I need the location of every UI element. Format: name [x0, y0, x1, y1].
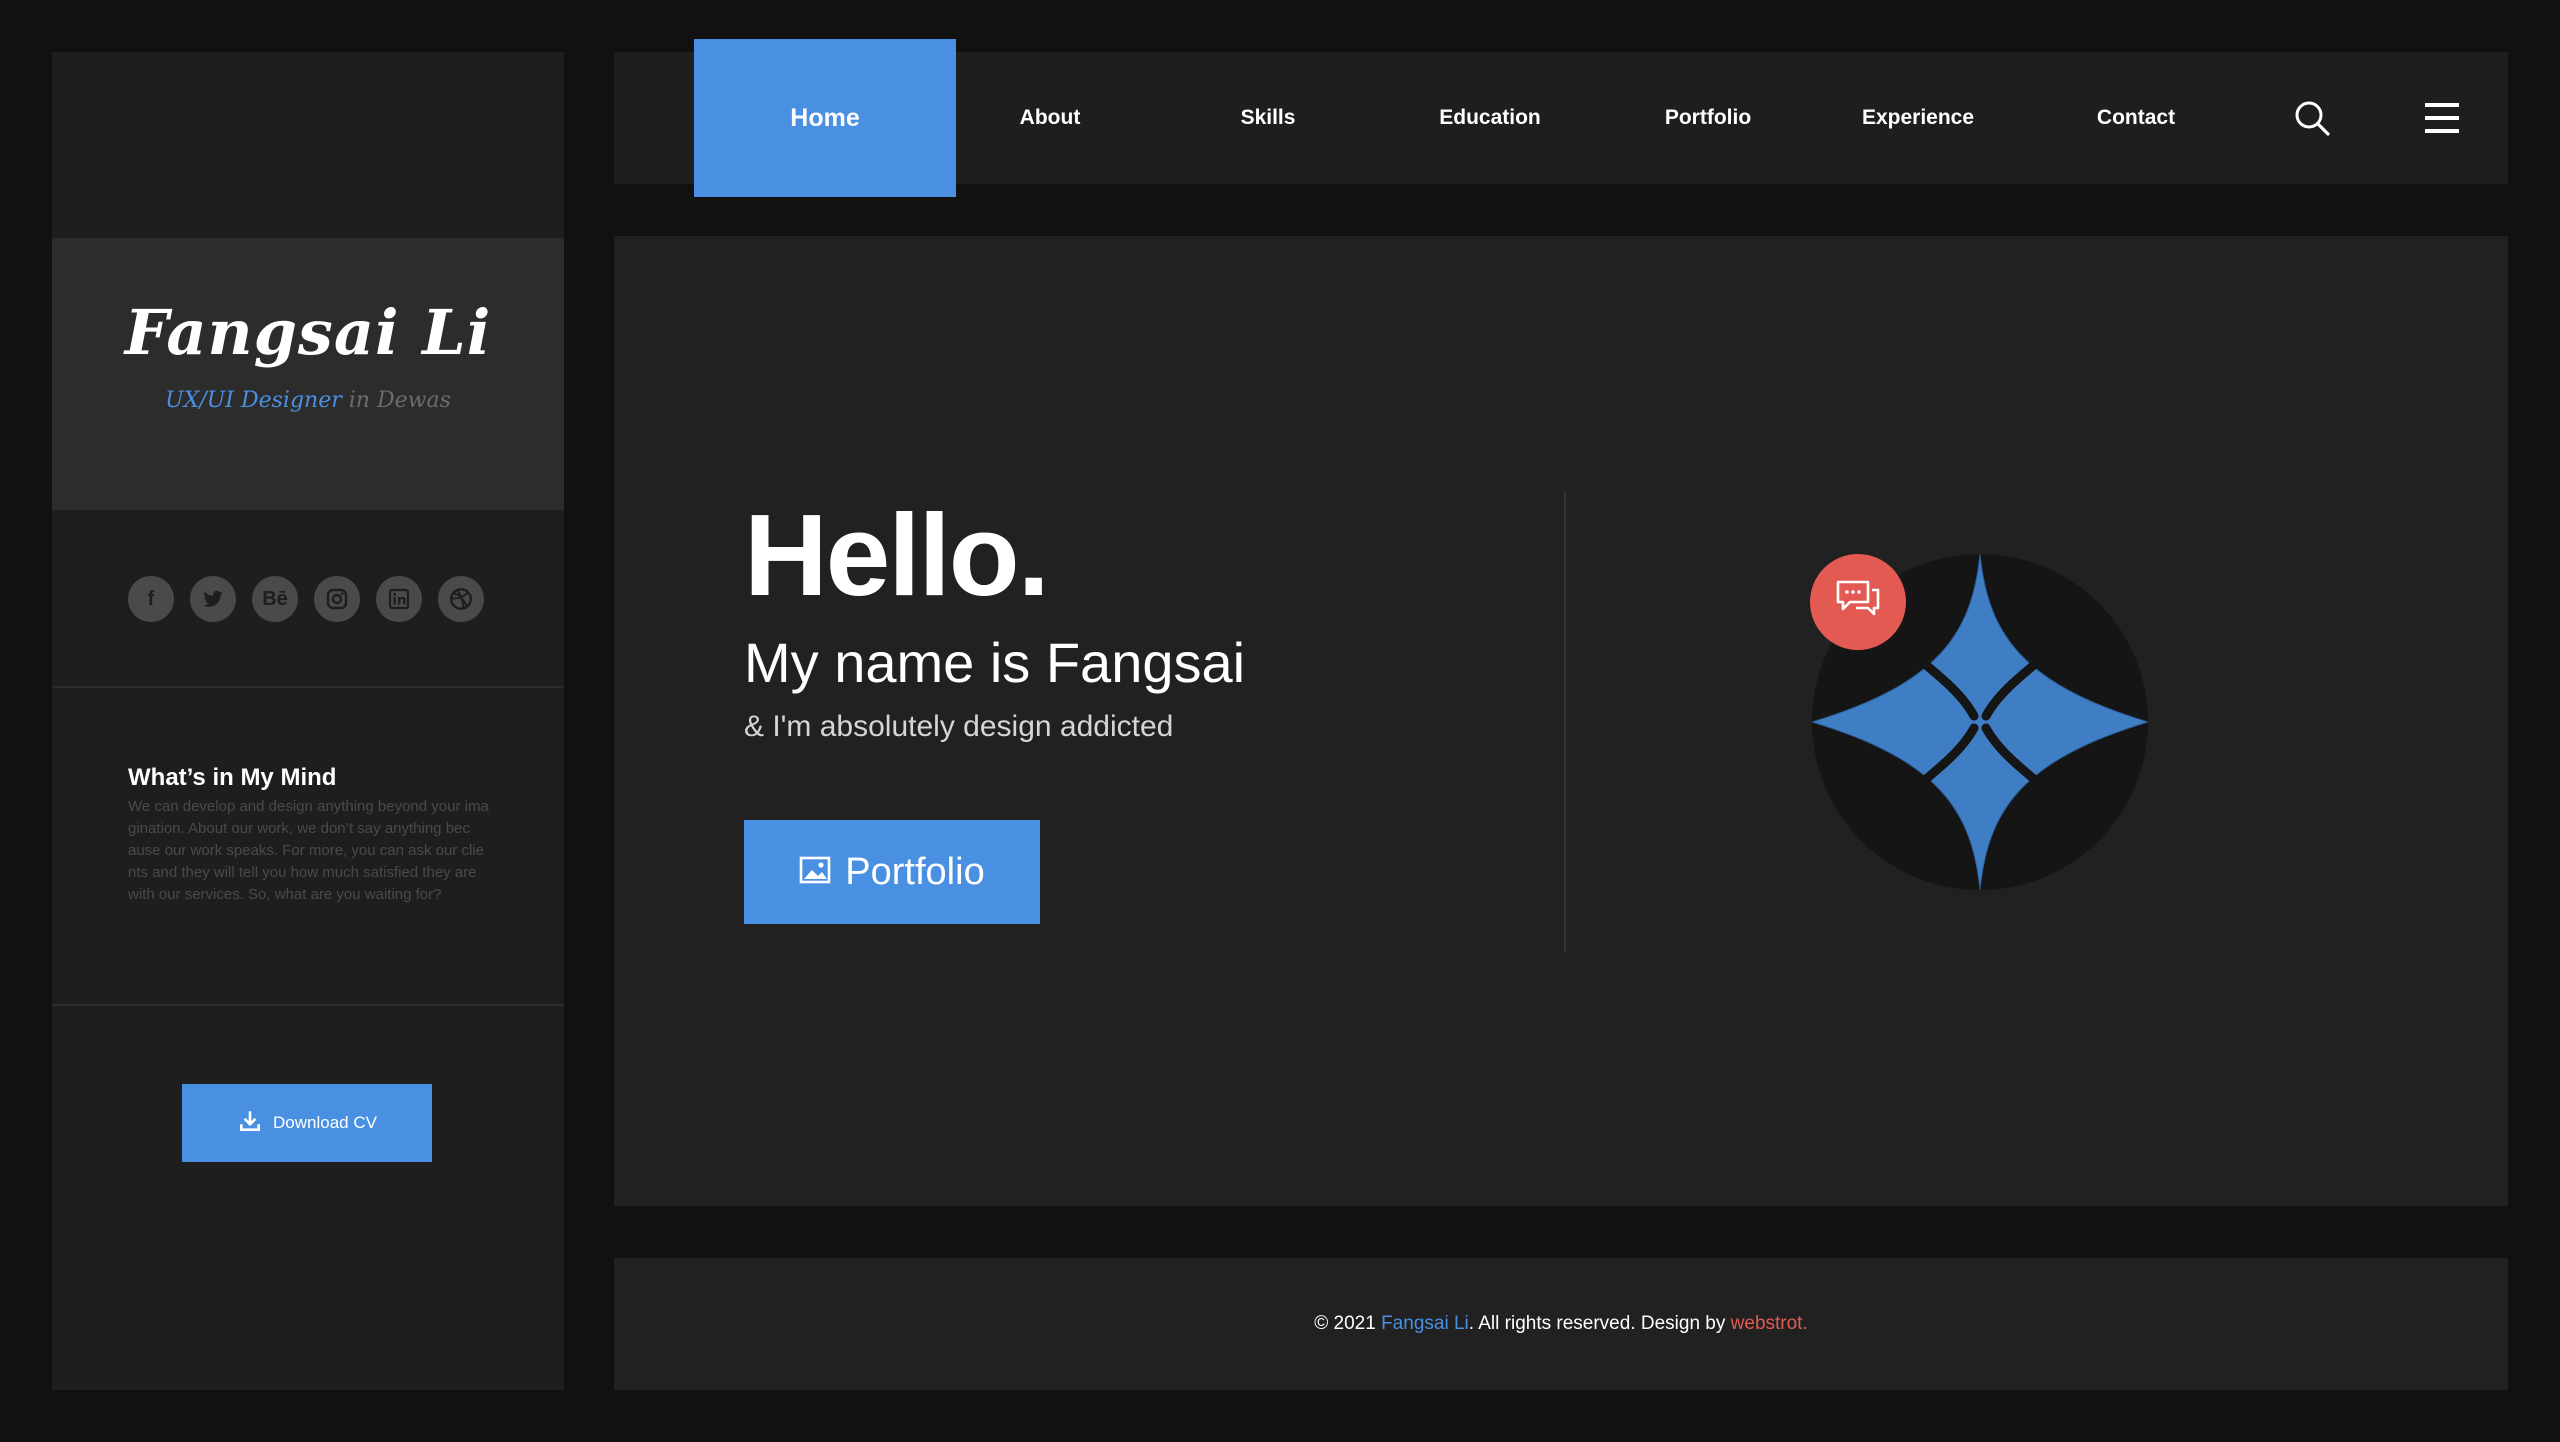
profile-location: in Dewas — [341, 388, 451, 413]
top-nav: Home About Skills Education Portfolio Ex… — [614, 39, 2508, 197]
nav-item-experience[interactable]: Experience — [1828, 52, 2008, 184]
hero-name-line: My name is Fangsai — [744, 631, 1246, 694]
dribbble-icon[interactable] — [438, 576, 484, 622]
portfolio-button[interactable]: Portfolio — [744, 820, 1040, 924]
hero-divider — [1564, 492, 1566, 952]
twitter-icon[interactable] — [190, 576, 236, 622]
social-links: f Bē — [128, 576, 484, 622]
download-cv-label: Download CV — [273, 1113, 377, 1132]
sidebar-divider — [52, 686, 564, 688]
mind-text: We can develop and design anything beyon… — [128, 798, 489, 903]
nav-item-portfolio[interactable]: Portfolio — [1618, 52, 1798, 184]
footer-copyright: © 2021 — [1314, 1313, 1376, 1334]
nav-item-contact[interactable]: Contact — [2046, 52, 2226, 184]
hero-greeting: Hello. — [744, 490, 1050, 620]
linkedin-icon[interactable] — [376, 576, 422, 622]
profile-subtitle: UX/UI Designer in Dewas — [52, 388, 564, 413]
nav-item-home[interactable]: Home — [694, 39, 956, 197]
profile-role: UX/UI Designer — [165, 388, 342, 413]
menu-icon[interactable] — [2416, 92, 2468, 144]
download-icon — [237, 1108, 263, 1139]
nav-item-skills[interactable]: Skills — [1188, 52, 1348, 184]
sidebar: Fangsai Li UX/UI Designer in Dewas f Bē … — [52, 52, 564, 1390]
footer-name-link[interactable]: Fangsai Li — [1381, 1313, 1469, 1335]
hero-section: Hello. My name is Fangsai & I'm absolute… — [614, 236, 2508, 1206]
profile-card: Fangsai Li UX/UI Designer in Dewas — [52, 238, 564, 510]
footer-rights-text: . All rights reserved. Design by — [1468, 1313, 1726, 1334]
instagram-icon[interactable] — [314, 576, 360, 622]
image-icon — [799, 851, 831, 894]
profile-name: Fangsai Li — [124, 296, 492, 369]
facebook-icon[interactable]: f — [128, 576, 174, 622]
portfolio-button-label: Portfolio — [845, 850, 985, 893]
hero-tagline: & I'm absolutely design addicted — [744, 710, 1174, 743]
nav-item-about[interactable]: About — [970, 52, 1130, 184]
download-cv-button[interactable]: Download CV — [182, 1084, 432, 1162]
sidebar-divider — [52, 1004, 564, 1006]
search-icon[interactable] — [2286, 92, 2338, 144]
chat-icon — [1834, 578, 1882, 627]
mind-title: What’s in My Mind — [128, 764, 337, 791]
chat-badge[interactable] — [1810, 554, 1906, 650]
footer-credit-link[interactable]: webstrot. — [1731, 1313, 1808, 1335]
behance-icon[interactable]: Bē — [252, 576, 298, 622]
nav-item-education[interactable]: Education — [1400, 52, 1580, 184]
footer: © 2021 Fangsai Li. All rights reserved. … — [614, 1258, 2508, 1390]
